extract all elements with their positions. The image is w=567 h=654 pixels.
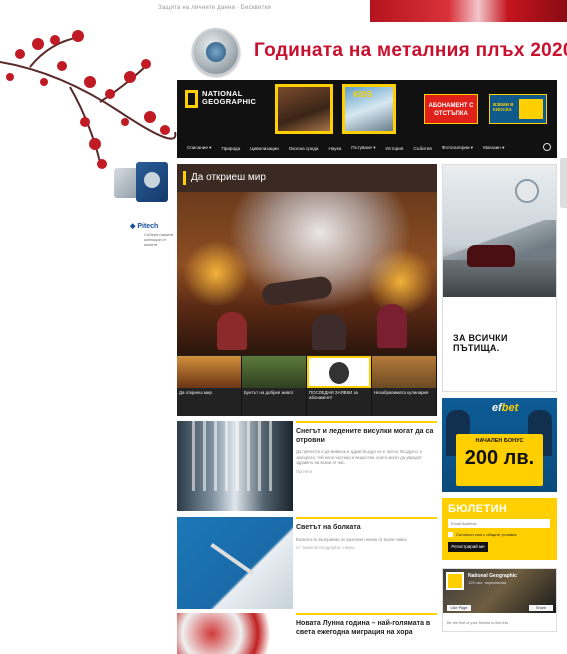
- top-strip: Защита на личните данни · Бисквитки: [0, 0, 567, 22]
- nav-item[interactable]: Цивилизации: [250, 146, 279, 151]
- top-banner-image[interactable]: [370, 0, 567, 22]
- article-title[interactable]: Новата Лунна година – най-голямата в све…: [296, 620, 437, 637]
- email-field[interactable]: [448, 519, 550, 528]
- nav-item[interactable]: Наука: [328, 146, 341, 151]
- magazine-cover[interactable]: [275, 84, 333, 134]
- nav-item[interactable]: Магазин ▾: [483, 145, 504, 151]
- nav-item[interactable]: Фотогалерии ▾: [442, 145, 473, 151]
- efbet-ad[interactable]: efbet НАЧАЛЕН БОНУС 200 лв.: [442, 398, 557, 492]
- kids-label: KIDS: [353, 90, 373, 99]
- facebook-widget: National Geographic 125 хил. харесвания …: [442, 568, 557, 632]
- nav-item[interactable]: Природа: [221, 146, 240, 151]
- volvo-ad[interactable]: ЗА ВСИЧКИ ПЪТИЩА.: [442, 164, 557, 392]
- bonus-box: НАЧАЛЕН БОНУС 200 лв.: [456, 434, 543, 486]
- section-header: Да откриеш мир: [177, 164, 437, 192]
- share-button[interactable]: Share: [529, 605, 553, 611]
- thumbnail-item[interactable]: Бунтът на добрия живот: [242, 356, 307, 416]
- article-image[interactable]: [177, 613, 293, 654]
- nav-item[interactable]: Списание ▾: [187, 145, 211, 151]
- coin-set-image: [112, 162, 168, 204]
- ad-slogan: ЗА ВСИЧКИ ПЪТИЩА.: [453, 333, 508, 353]
- bonus-label: НАЧАЛЕН БОНУС: [475, 438, 524, 444]
- ad-tagline: Събери нашите колекции от монети: [144, 232, 174, 247]
- car-image: [467, 245, 515, 267]
- volvo-logo-icon: [515, 179, 539, 203]
- advertiser-logo: ◆ Pitech: [130, 223, 159, 230]
- nav-item[interactable]: Околна среда: [289, 146, 319, 151]
- article-card: Светът на болката Болката се възприема п…: [177, 517, 437, 609]
- banner-title: Годината на металния плъх 2020: [254, 40, 567, 61]
- page-likes: 125 хил. харесвания: [468, 580, 507, 585]
- thumbnail-item[interactable]: ПОСЛЕДНИ ЗАЯВКИ за абонамент!: [307, 356, 372, 416]
- page-avatar[interactable]: [446, 572, 464, 590]
- featured-section: Да откриеш мир Да откриеш мир Бунтът на …: [177, 164, 437, 416]
- main-nav: Списание ▾ Природа Цивилизации Околна ср…: [177, 140, 557, 156]
- article-image[interactable]: [177, 421, 293, 511]
- ng-logo-icon[interactable]: [185, 90, 198, 108]
- like-page-button[interactable]: Like Page: [447, 605, 471, 611]
- thumbnail-item[interactable]: Да откриеш мир: [177, 356, 242, 416]
- nav-item[interactable]: История: [386, 146, 404, 151]
- kids-magazine-cover[interactable]: KIDS: [342, 84, 396, 134]
- newsletter-widget: БЮЛЕТИН Съгласен съм с общите условия Ре…: [442, 498, 557, 560]
- site-header: NATIONAL GEOGRAPHIC KIDS АБОНАМЕНТ С ОТС…: [177, 80, 557, 158]
- promo-image: [519, 99, 543, 119]
- subscribe-newsletter-button[interactable]: Регистрирай ме: [448, 542, 488, 552]
- article-image[interactable]: [177, 517, 293, 609]
- search-icon[interactable]: [543, 143, 551, 151]
- thumbnail-strip: Да откриеш мир Бунтът на добрия живот ПО…: [177, 356, 437, 416]
- article-excerpt: Да пречисти и да живееш в здрав въздух н…: [296, 449, 423, 465]
- coin-icon: [192, 28, 240, 76]
- article-card: Снегът и ледените висулки могат да са от…: [177, 421, 437, 511]
- promo-box[interactable]: ВЗЕМИ В КИОСКА: [489, 94, 547, 124]
- page-name[interactable]: National Geographic: [468, 573, 517, 579]
- consent-checkbox[interactable]: [448, 532, 453, 537]
- article-title[interactable]: Светът на болката: [296, 524, 437, 533]
- site-logo[interactable]: NATIONAL GEOGRAPHIC: [202, 90, 256, 106]
- bonus-amount: 200 лв.: [464, 447, 535, 469]
- top-links[interactable]: Защита на личните данни · Бисквитки: [158, 5, 271, 11]
- article-card: Новата Лунна година – най-голямата в све…: [177, 613, 437, 654]
- consent-label: Съгласен съм с общите условия: [456, 532, 517, 537]
- featured-image[interactable]: [177, 192, 437, 355]
- article-title[interactable]: Снегът и ледените висулки могат да са от…: [296, 428, 437, 445]
- section-title[interactable]: Да откриеш мир: [191, 172, 266, 183]
- nav-item[interactable]: Събития: [413, 146, 432, 151]
- right-side-ad[interactable]: [560, 158, 567, 208]
- article-meta: от: National Geographic, Наука: [296, 545, 355, 550]
- nav-item[interactable]: Пътуване ▾: [351, 145, 375, 151]
- article-meta[interactable]: Прочети: [296, 469, 437, 474]
- facebook-footer-text: Be the first of your friends to like thi…: [447, 621, 509, 625]
- subscribe-button[interactable]: АБОНАМЕНТ С ОТСТЪПКА: [424, 94, 478, 124]
- left-side-ad[interactable]: ◆ Pitech Събери нашите колекции от монет…: [112, 160, 174, 260]
- efbet-logo: efbet: [492, 402, 519, 414]
- promo-label: ВЗЕМИ В КИОСКА: [493, 102, 514, 112]
- article-excerpt: Болката се възприема по различен начин о…: [296, 536, 408, 542]
- thumbnail-item[interactable]: Незабравимата кулинария: [372, 356, 437, 416]
- newsletter-title: БЮЛЕТИН: [448, 503, 508, 515]
- promo-banner[interactable]: Годината на металния плъх 2020: [188, 26, 567, 76]
